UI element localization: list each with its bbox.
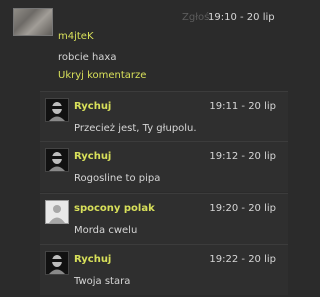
reply-text: Morda cwelu (74, 225, 138, 236)
reply-item: Rychuj 19:12 - 20 lip Rogosline to pipa (40, 141, 288, 192)
main-comment: Zgłoś 19:10 - 20 lip m4jteK robcie haxa … (4, 0, 288, 92)
hide-comments-link[interactable]: Ukryj komentarze (58, 70, 146, 81)
report-link[interactable]: Zgłoś (182, 12, 209, 23)
user-avatar[interactable] (13, 8, 53, 36)
reply-timestamp: 19:12 - 20 lip (209, 151, 276, 162)
reply-username[interactable]: Rychuj (74, 151, 111, 162)
dark-face-avatar[interactable] (45, 251, 69, 275)
reply-item: Rychuj 19:11 - 20 lip Przecież jest, Ty … (40, 91, 288, 142)
reply-username[interactable]: spocony polak (74, 203, 155, 214)
reply-text: Twoja stara (74, 276, 131, 287)
default-user-avatar[interactable] (45, 200, 69, 224)
dark-face-avatar[interactable] (45, 98, 69, 122)
dark-face-avatar[interactable] (45, 148, 69, 172)
comment-username[interactable]: m4jteK (58, 31, 94, 42)
reply-timestamp: 19:22 - 20 lip (209, 254, 276, 265)
reply-text: Przecież jest, Ty głupolu. (74, 123, 197, 134)
comment-timestamp: 19:10 - 20 lip (208, 12, 275, 23)
reply-text: Rogosline to pipa (74, 173, 161, 184)
reply-username[interactable]: Rychuj (74, 254, 111, 265)
comments-panel: Zgłoś 19:10 - 20 lip m4jteK robcie haxa … (4, 0, 288, 297)
reply-username[interactable]: Rychuj (74, 101, 111, 112)
comment-text: robcie haxa (58, 52, 117, 63)
reply-timestamp: 19:11 - 20 lip (209, 101, 276, 112)
reply-item: spocony polak 19:20 - 20 lip Morda cwelu (40, 193, 288, 244)
reply-item: Rychuj 19:22 - 20 lip Twoja stara (40, 244, 288, 295)
reply-timestamp: 19:20 - 20 lip (209, 203, 276, 214)
